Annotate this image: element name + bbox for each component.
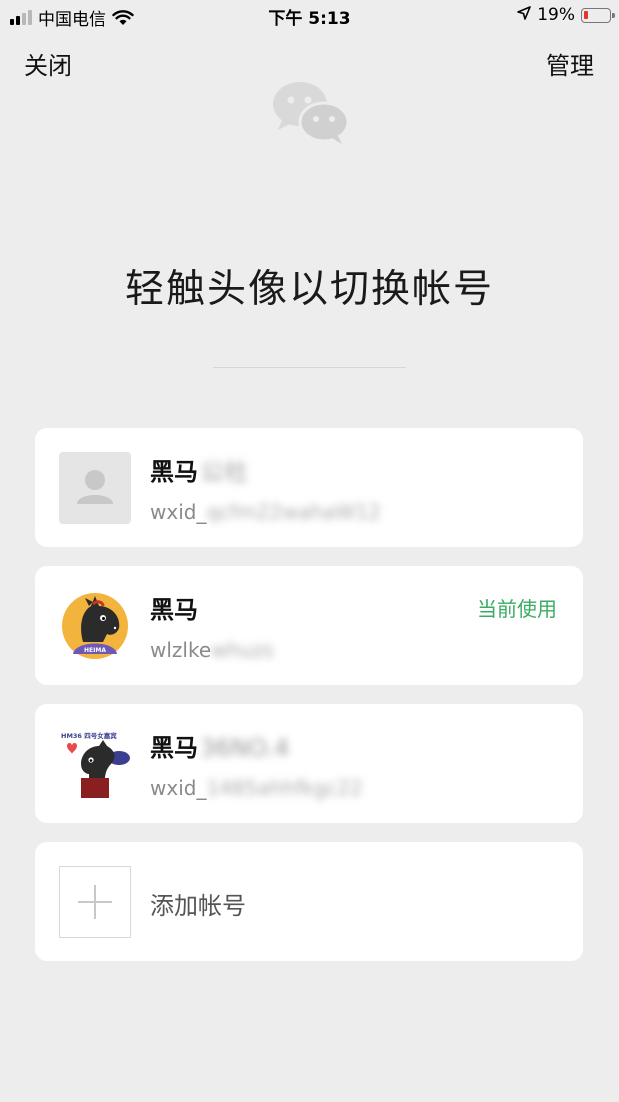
account-card-3[interactable]: HM36 四号女嘉宾 黑马36NO.4 wxid_1485ahhfkgc22: [35, 704, 583, 823]
account-name: 黑马36NO.4: [150, 734, 290, 762]
account-name: 黑马公社: [150, 458, 248, 486]
account-wxid: wxid_qcfm22wahaW12: [150, 500, 381, 524]
svg-text:HM36 四号女嘉宾: HM36 四号女嘉宾: [61, 731, 117, 740]
page-title: 轻触头像以切换帐号: [124, 267, 494, 312]
status-bar: 中国电信 下午 5:13 19%: [0, 0, 619, 30]
battery-level: [584, 10, 588, 19]
horse-hm36-avatar[interactable]: HM36 四号女嘉宾: [59, 728, 131, 800]
plus-icon[interactable]: [59, 866, 131, 938]
add-account-label: 添加帐号: [150, 892, 246, 920]
wechat-logo-icon: [270, 80, 350, 144]
account-card-1[interactable]: 黑马公社 wxid_qcfm22wahaW12: [35, 428, 583, 547]
manage-button[interactable]: 管理: [546, 46, 594, 81]
divider: [213, 367, 406, 368]
battery-icon: [581, 7, 615, 23]
add-account-card[interactable]: 添加帐号: [35, 842, 583, 961]
account-card-2[interactable]: HEIMA 黑马 wlzlkewhuzs 当前使用: [35, 566, 583, 685]
horse-heima-avatar[interactable]: HEIMA: [59, 590, 131, 662]
account-name: 黑马: [150, 596, 198, 624]
svg-text:HEIMA: HEIMA: [84, 647, 106, 654]
current-account-badge: 当前使用: [477, 597, 557, 621]
status-right: 19%: [517, 5, 615, 25]
battery-percent: 19%: [537, 5, 575, 25]
location-icon: [517, 5, 532, 25]
account-wxid: wxid_1485ahhfkgc22: [150, 776, 363, 800]
account-wxid: wlzlkewhuzs: [150, 638, 274, 662]
default-user-icon[interactable]: [59, 452, 131, 524]
close-button[interactable]: 关闭: [24, 46, 72, 81]
